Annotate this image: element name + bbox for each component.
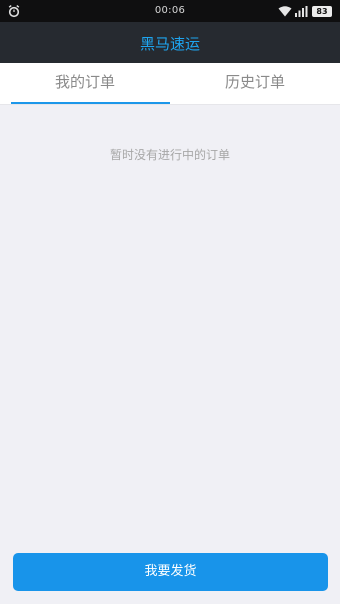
active-tab-indicator (11, 102, 170, 104)
battery-icon: 83 (312, 5, 332, 17)
empty-orders-message: 暂时没有进行中的订单 (109, 148, 230, 162)
tab-history-orders[interactable]: 历史订单 (170, 63, 340, 104)
nav-bar: 黑马速运 (0, 22, 340, 63)
status-bar: 00:06 83 (0, 0, 340, 22)
signal-icon (295, 5, 308, 17)
wifi-icon (278, 5, 292, 16)
orders-content: 暂时没有进行中的订单 (0, 105, 340, 604)
order-tabs: 我的订单 历史订单 (0, 63, 340, 105)
app-title: 黑马速运 (139, 35, 200, 53)
tab-my-orders[interactable]: 我的订单 (0, 63, 170, 104)
ship-button[interactable]: 我要发货 (13, 553, 328, 591)
status-right-group: 83 (278, 4, 332, 18)
